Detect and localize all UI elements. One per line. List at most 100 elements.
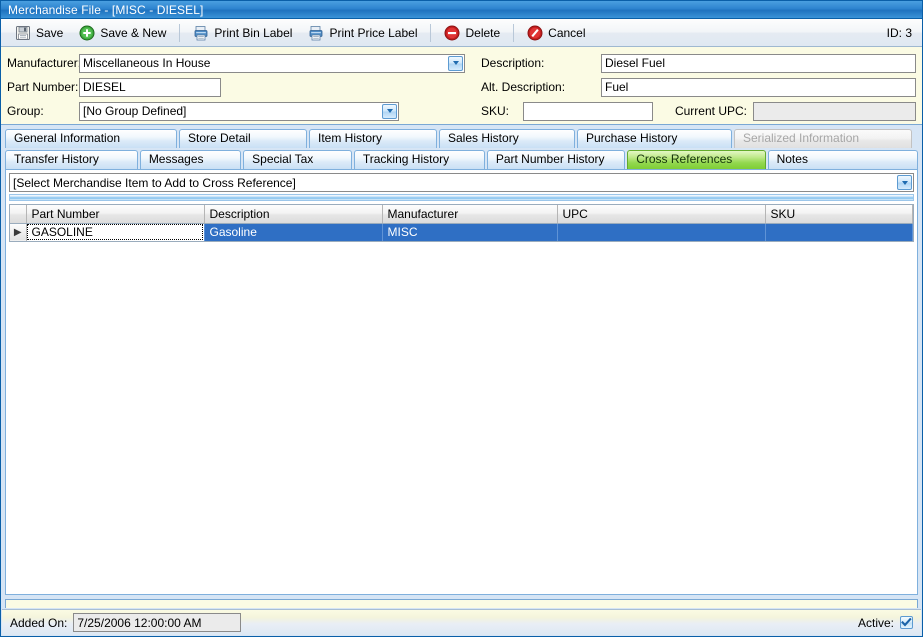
cell-part-number[interactable]: GASOLINE xyxy=(26,223,205,241)
delete-button[interactable]: Delete xyxy=(436,21,508,45)
merchandise-item-selector-input[interactable] xyxy=(9,173,914,192)
manufacturer-label: Manufacturer: xyxy=(7,56,82,70)
print-label-icon xyxy=(308,25,324,41)
tab-store-detail[interactable]: Store Detail xyxy=(179,129,307,148)
part-number-label: Part Number: xyxy=(7,80,79,94)
alt-description-row: Alt. Description: xyxy=(481,76,916,98)
status-bar: Added On: Active: xyxy=(2,609,921,635)
window-title-bar: Merchandise File - [MISC - DIESEL] xyxy=(1,1,922,19)
print-bin-label-button[interactable]: Print Bin Label xyxy=(185,21,300,45)
window-title: Merchandise File - [MISC - DIESEL] xyxy=(8,2,204,17)
active-label: Active: xyxy=(857,615,894,630)
print-label-icon xyxy=(193,25,209,41)
merchandise-header-form: Manufacturer: Part Number: Group: xyxy=(1,47,922,125)
cross-references-table: Part Number Description Manufacturer UPC… xyxy=(10,205,913,241)
cross-references-grid[interactable]: Part Number Description Manufacturer UPC… xyxy=(9,204,914,242)
part-number-row: Part Number: xyxy=(7,76,467,98)
cancel-icon xyxy=(527,25,543,41)
alt-description-label: Alt. Description: xyxy=(481,80,566,94)
alt-description-input[interactable] xyxy=(601,77,916,97)
group-input[interactable] xyxy=(79,101,399,121)
cross-references-panel: Part Number Description Manufacturer UPC… xyxy=(5,169,918,595)
cell-description[interactable]: Gasoline xyxy=(204,223,383,241)
table-row[interactable]: ▶ GASOLINE Gasoline MISC xyxy=(10,223,913,241)
part-number-input[interactable] xyxy=(79,77,221,97)
group-row: Group: xyxy=(7,100,467,122)
chevron-down-icon[interactable] xyxy=(382,103,397,119)
merchandise-item-selector-combo[interactable] xyxy=(9,173,914,192)
checkmark-icon xyxy=(901,617,912,627)
column-header-description[interactable]: Description xyxy=(204,205,383,224)
save-and-new-button[interactable]: Save & New xyxy=(71,21,174,45)
group-label: Group: xyxy=(7,104,44,118)
table-header-row: Part Number Description Manufacturer UPC… xyxy=(10,205,913,224)
tab-sales-history[interactable]: Sales History xyxy=(439,129,575,148)
description-row: Description: xyxy=(481,52,916,74)
chevron-down-icon[interactable] xyxy=(897,175,912,190)
record-id-label: ID: 3 xyxy=(886,25,912,40)
column-header-upc[interactable]: UPC xyxy=(557,205,766,224)
tab-cross-references[interactable]: Cross References xyxy=(627,150,766,169)
group-combo[interactable] xyxy=(79,101,399,121)
save-button-label: Save xyxy=(36,25,64,40)
sku-input[interactable] xyxy=(522,101,653,121)
floppy-disk-icon xyxy=(15,25,31,41)
row-indicator-header xyxy=(10,205,27,224)
delete-button-label: Delete xyxy=(465,25,501,40)
delete-icon xyxy=(444,25,460,41)
table-body: ▶ GASOLINE Gasoline MISC xyxy=(10,223,913,241)
table-head: Part Number Description Manufacturer UPC… xyxy=(10,205,913,224)
added-on-input xyxy=(73,613,242,632)
row-current-arrow-icon: ▶ xyxy=(13,226,22,238)
tab-general-information[interactable]: General Information xyxy=(5,129,177,148)
bottom-form-spacer xyxy=(5,599,918,608)
toolbar-separator-3 xyxy=(513,23,515,42)
manufacturer-combo[interactable] xyxy=(79,53,465,73)
cell-manufacturer[interactable]: MISC xyxy=(382,223,558,241)
manufacturer-input[interactable] xyxy=(79,53,465,73)
cell-upc[interactable] xyxy=(557,223,766,241)
tab-notes[interactable]: Notes xyxy=(767,150,918,169)
print-price-label-button-label: Print Price Label xyxy=(329,25,418,40)
description-input[interactable] xyxy=(601,53,916,73)
tab-transfer-history[interactable]: Transfer History xyxy=(5,150,138,169)
sku-label: SKU: xyxy=(481,104,510,118)
sku-upc-row: SKU: Current UPC: xyxy=(481,100,916,122)
panel-splitter[interactable] xyxy=(9,194,914,201)
chevron-down-icon[interactable] xyxy=(448,55,463,71)
main-toolbar: Save Save & New Print Bin Label Print Pr… xyxy=(1,19,922,47)
column-header-part-number[interactable]: Part Number xyxy=(26,205,205,224)
column-header-sku[interactable]: SKU xyxy=(765,205,913,224)
tab-special-tax[interactable]: Special Tax xyxy=(243,150,352,169)
cell-sku[interactable] xyxy=(765,223,913,241)
current-upc-input xyxy=(753,101,916,121)
added-on-group: Added On: xyxy=(10,613,242,632)
tab-part-number-history[interactable]: Part Number History xyxy=(486,150,626,169)
tab-tracking-history[interactable]: Tracking History xyxy=(353,150,485,169)
current-upc-label: Current UPC: xyxy=(674,104,747,118)
save-button[interactable]: Save xyxy=(7,21,71,45)
cancel-button-label: Cancel xyxy=(548,25,586,40)
row-indicator-cell[interactable]: ▶ xyxy=(10,223,27,241)
print-price-label-button[interactable]: Print Price Label xyxy=(300,21,425,45)
tab-purchase-history[interactable]: Purchase History xyxy=(577,129,732,148)
column-header-manufacturer[interactable]: Manufacturer xyxy=(382,205,558,224)
cancel-button[interactable]: Cancel xyxy=(519,21,593,45)
toolbar-separator-2 xyxy=(430,23,432,42)
green-plus-circle-icon xyxy=(79,25,95,41)
save-and-new-button-label: Save & New xyxy=(100,25,167,40)
manufacturer-row: Manufacturer: xyxy=(7,52,467,74)
active-checkbox[interactable] xyxy=(900,616,913,629)
tab-messages[interactable]: Messages xyxy=(139,150,242,169)
tab-row-2: Transfer History Messages Special Tax Tr… xyxy=(5,149,918,169)
form-left-column: Manufacturer: Part Number: Group: xyxy=(7,52,467,124)
tab-serialized-information: Serialized Information xyxy=(734,129,912,148)
merchandise-file-window: Merchandise File - [MISC - DIESEL] Save xyxy=(0,0,923,637)
description-label: Description: xyxy=(481,56,545,70)
tab-item-history[interactable]: Item History xyxy=(309,129,437,148)
toolbar-separator-1 xyxy=(179,23,181,42)
tab-strip: General Information Store Detail Item Hi… xyxy=(1,125,922,169)
active-group: Active: xyxy=(858,616,913,630)
tab-row-1: General Information Store Detail Item Hi… xyxy=(5,128,918,148)
added-on-label: Added On: xyxy=(10,615,68,630)
